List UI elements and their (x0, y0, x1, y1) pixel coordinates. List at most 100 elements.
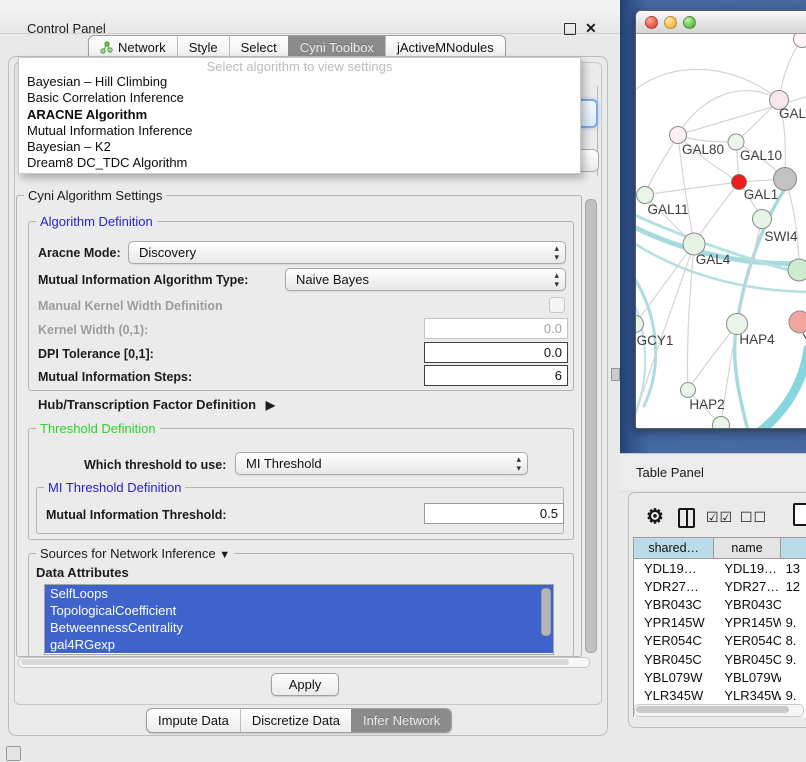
sources-group-title[interactable]: Sources for Network Inference ▼ (36, 546, 234, 561)
panel-toggle-icon[interactable] (6, 746, 21, 761)
dpi-tolerance-field[interactable] (424, 342, 568, 363)
node-label-gal10: GAL10 (740, 148, 782, 163)
minimize-traffic-light-icon[interactable] (664, 16, 677, 29)
mi-threshold-group-title: MI Threshold Definition (44, 480, 185, 495)
node-hap2[interactable] (681, 383, 696, 398)
mi-type-value: Naive Bayes (296, 272, 369, 287)
columns-icon[interactable] (678, 508, 695, 528)
tab-impute-data-label: Impute Data (158, 713, 229, 728)
apply-button-label: Apply (289, 677, 322, 692)
unchecked-boxes-icon[interactable]: ☐☐ (740, 509, 767, 526)
table-row[interactable]: YLR345WYLR345W9. (634, 686, 806, 704)
table-header-row: shared… name (634, 538, 806, 559)
node-top-right[interactable] (794, 34, 806, 48)
spinner-icon: ▴▾ (554, 244, 559, 262)
node-label-gal80: GAL80 (682, 142, 724, 157)
which-threshold-combo[interactable]: MI Threshold ▴▾ (235, 452, 528, 475)
mi-steps-field[interactable] (424, 365, 568, 386)
table-hscroll-thumb[interactable] (636, 706, 789, 713)
table-row[interactable]: YDL19…YDL19…13 (634, 559, 806, 577)
gear-icon[interactable]: ⚙ (646, 504, 664, 529)
list-item-topologicalcoefficient[interactable]: TopologicalCoefficient (45, 602, 553, 619)
node-table[interactable]: shared… name YDL19…YDL19…13 YDR27…YDR27…… (633, 537, 806, 717)
expanded-arrow-icon: ▼ (219, 549, 230, 561)
dropdown-item-bayesian-k2[interactable]: Bayesian – K2 (19, 139, 580, 155)
node-label-hap2: HAP2 (689, 397, 724, 412)
settings-group-title: Cyni Algorithm Settings (24, 188, 166, 203)
table-row[interactable]: YPR145WYPR145W9. (634, 614, 806, 632)
hub-section-toggle[interactable]: Hub/Transcription Factor Definition ▶ (38, 397, 275, 412)
column-header-shared[interactable]: shared… (634, 538, 714, 559)
network-icon (100, 41, 113, 54)
data-attributes-label: Data Attributes (36, 565, 129, 580)
network-window-titlebar[interactable] (636, 11, 806, 34)
aracne-mode-value: Discovery (139, 245, 196, 260)
dropdown-item-aracne[interactable]: ARACNE Algorithm (19, 107, 580, 123)
tab-network-label: Network (118, 40, 166, 55)
tab-jactivemnodules-label: jActiveMNodules (397, 40, 494, 55)
node-gal80[interactable] (670, 127, 687, 144)
dropdown-item-basic-correlation[interactable]: Basic Correlation Inference (19, 90, 580, 106)
node-label-gal11: GAL11 (647, 202, 688, 217)
close-traffic-light-icon[interactable] (645, 16, 658, 29)
node-label-hap4: HAP4 (739, 332, 775, 347)
mi-threshold-field[interactable] (424, 503, 564, 524)
dropdown-item-dream8[interactable]: Dream8 DC_TDC Algorithm (19, 155, 580, 171)
network-canvas[interactable]: GAL80 GAL10 GAL1 GAL11 SWI4 GAL4 GCY1 HA… (636, 34, 806, 428)
node-swi4[interactable] (753, 210, 772, 229)
node-label-gal1: GAL1 (744, 187, 779, 202)
table-horizontal-scrollbar[interactable] (634, 704, 804, 717)
panel-splitter-grip[interactable] (611, 368, 620, 381)
zoom-traffic-light-icon[interactable] (683, 16, 696, 29)
collapsed-arrow-icon: ▶ (266, 398, 275, 412)
network-view-window[interactable]: GAL80 GAL10 GAL1 GAL11 SWI4 GAL4 GCY1 HA… (635, 10, 806, 429)
table-row[interactable]: YER054CYER054C8. (634, 632, 806, 650)
kernel-width-field[interactable] (424, 318, 568, 339)
dropdown-placeholder: Select algorithm to view settings (19, 58, 580, 74)
tab-discretize-data-label: Discretize Data (252, 713, 340, 728)
apply-button[interactable]: Apply (271, 673, 339, 696)
sources-title-text: Sources for Network Inference (40, 546, 216, 561)
aracne-mode-combo[interactable]: Discovery ▴▾ (128, 241, 566, 264)
mi-type-combo[interactable]: Naive Bayes ▴▾ (285, 268, 566, 291)
tab-discretize-data[interactable]: Discretize Data (240, 709, 351, 732)
list-item-selfloops[interactable]: SelfLoops (45, 585, 553, 602)
node-green-right[interactable] (788, 259, 806, 281)
tab-impute-data[interactable]: Impute Data (147, 709, 240, 732)
table-row[interactable]: YBR045CYBR045C9. (634, 650, 806, 668)
dropdown-item-bayesian-hill-climbing[interactable]: Bayesian – Hill Climbing (19, 74, 580, 90)
hscroll-thumb[interactable] (21, 659, 569, 665)
control-panel-titlebar: Control Panel ✕ (0, 8, 620, 34)
list-vertical-scrollbar[interactable] (541, 588, 551, 636)
manual-kernel-label: Manual Kernel Width Definition (38, 299, 223, 313)
column-header-partial[interactable] (781, 538, 806, 559)
tab-select-label: Select (241, 40, 277, 55)
data-attributes-list[interactable]: SelfLoops TopologicalCoefficient Between… (44, 584, 554, 655)
mi-steps-label: Mutual Information Steps: (38, 370, 192, 384)
manual-kernel-checkbox[interactable] (549, 297, 565, 313)
table-row[interactable]: YDR27…YDR27…12 (634, 577, 806, 595)
settings-vertical-scrollbar[interactable] (585, 199, 597, 653)
mi-type-label: Mutual Information Algorithm Type: (38, 273, 248, 287)
tab-infer-network[interactable]: Infer Network (351, 709, 451, 732)
mi-threshold-label: Mutual Information Threshold: (46, 508, 227, 522)
node-salmon[interactable] (789, 311, 806, 333)
close-icon[interactable]: ✕ (585, 20, 597, 37)
document-icon[interactable] (793, 503, 806, 526)
node-gal11[interactable] (637, 187, 654, 204)
float-window-icon[interactable] (564, 23, 576, 35)
settings-horizontal-scrollbar[interactable] (18, 657, 590, 668)
node-label-gcy1: GCY1 (637, 333, 674, 348)
table-row[interactable]: YBL079WYBL079W (634, 668, 806, 686)
column-header-name[interactable]: name (714, 538, 780, 559)
kernel-width-label: Kernel Width (0,1): (38, 323, 148, 337)
checked-boxes-icon[interactable]: ☑☑ (706, 509, 733, 526)
table-row[interactable]: YBR043CYBR043C (634, 595, 806, 613)
control-panel-title: Control Panel (27, 21, 106, 36)
hub-section-label: Hub/Transcription Factor Definition (38, 397, 256, 412)
dropdown-item-mutual-information[interactable]: Mutual Information Inference (19, 123, 580, 139)
list-item-gal4rgexp[interactable]: gal4RGexp (45, 636, 553, 653)
spinner-icon: ▴▾ (554, 271, 559, 289)
dpi-tolerance-label: DPI Tolerance [0,1]: (38, 347, 154, 361)
list-item-betweennesscentrality[interactable]: BetweennessCentrality (45, 619, 553, 636)
